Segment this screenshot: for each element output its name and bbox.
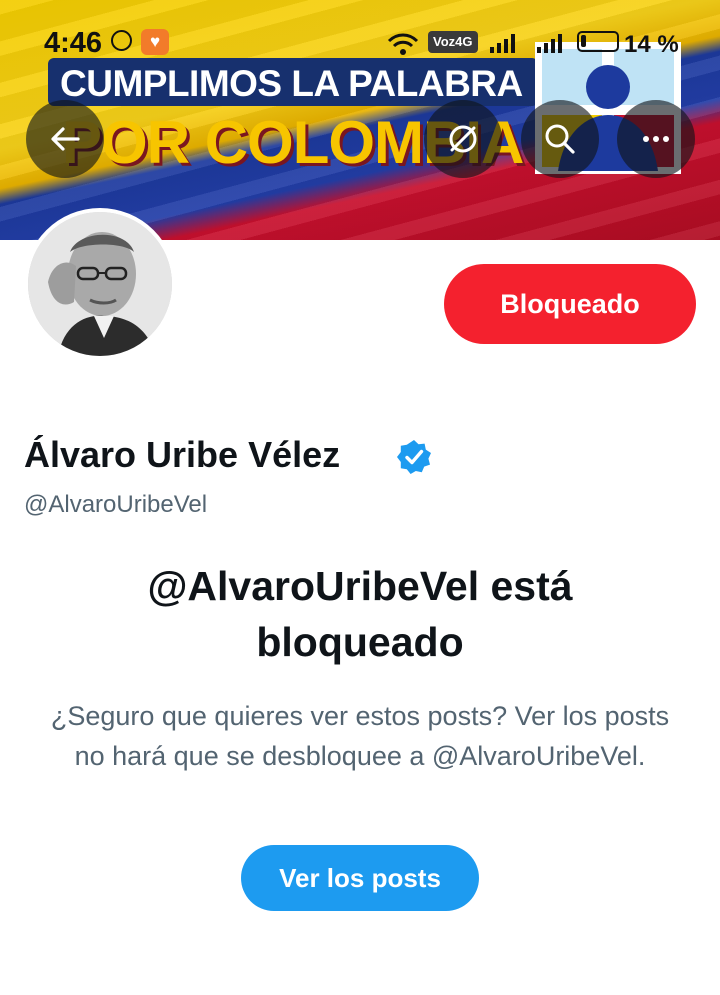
- more-options-button[interactable]: [617, 100, 695, 178]
- status-time: 4:46: [44, 27, 103, 59]
- signal-icon: [537, 34, 562, 53]
- back-button[interactable]: [26, 100, 104, 178]
- grok-icon: [449, 125, 477, 153]
- status-bar: 4:46 ♥ Voz4G 14 %: [0, 0, 720, 60]
- signal-icon: [490, 34, 515, 53]
- app-notification-icon: ♥: [141, 29, 169, 55]
- back-arrow-icon: [51, 127, 80, 151]
- avatar[interactable]: [24, 208, 176, 360]
- blocked-notice-title: @AlvaroUribeVel está bloqueado: [147, 563, 573, 665]
- whatsapp-icon: [111, 30, 132, 51]
- search-button[interactable]: [521, 100, 599, 178]
- battery-icon: [577, 31, 619, 52]
- wifi-icon: [387, 33, 419, 55]
- grok-button[interactable]: [424, 100, 502, 178]
- more-icon: [643, 136, 669, 142]
- display-name: Álvaro Uribe Vélez: [24, 434, 341, 475]
- network-badge: Voz4G: [428, 31, 478, 53]
- banner-slogan-line1: CUMPLIMOS LA PALABRA: [60, 63, 523, 104]
- blocked-notice-description: ¿Seguro que quieres ver estos posts? Ver…: [50, 701, 670, 771]
- view-posts-button[interactable]: Ver los posts: [241, 845, 479, 911]
- verified-badge-icon: [397, 440, 431, 474]
- battery-percent: 14 %: [624, 31, 679, 58]
- profile-handle: @AlvaroUribeVel: [24, 491, 208, 518]
- avatar-photo: [28, 212, 172, 356]
- blocked-button[interactable]: Bloqueado: [444, 264, 696, 344]
- search-icon: [545, 124, 575, 154]
